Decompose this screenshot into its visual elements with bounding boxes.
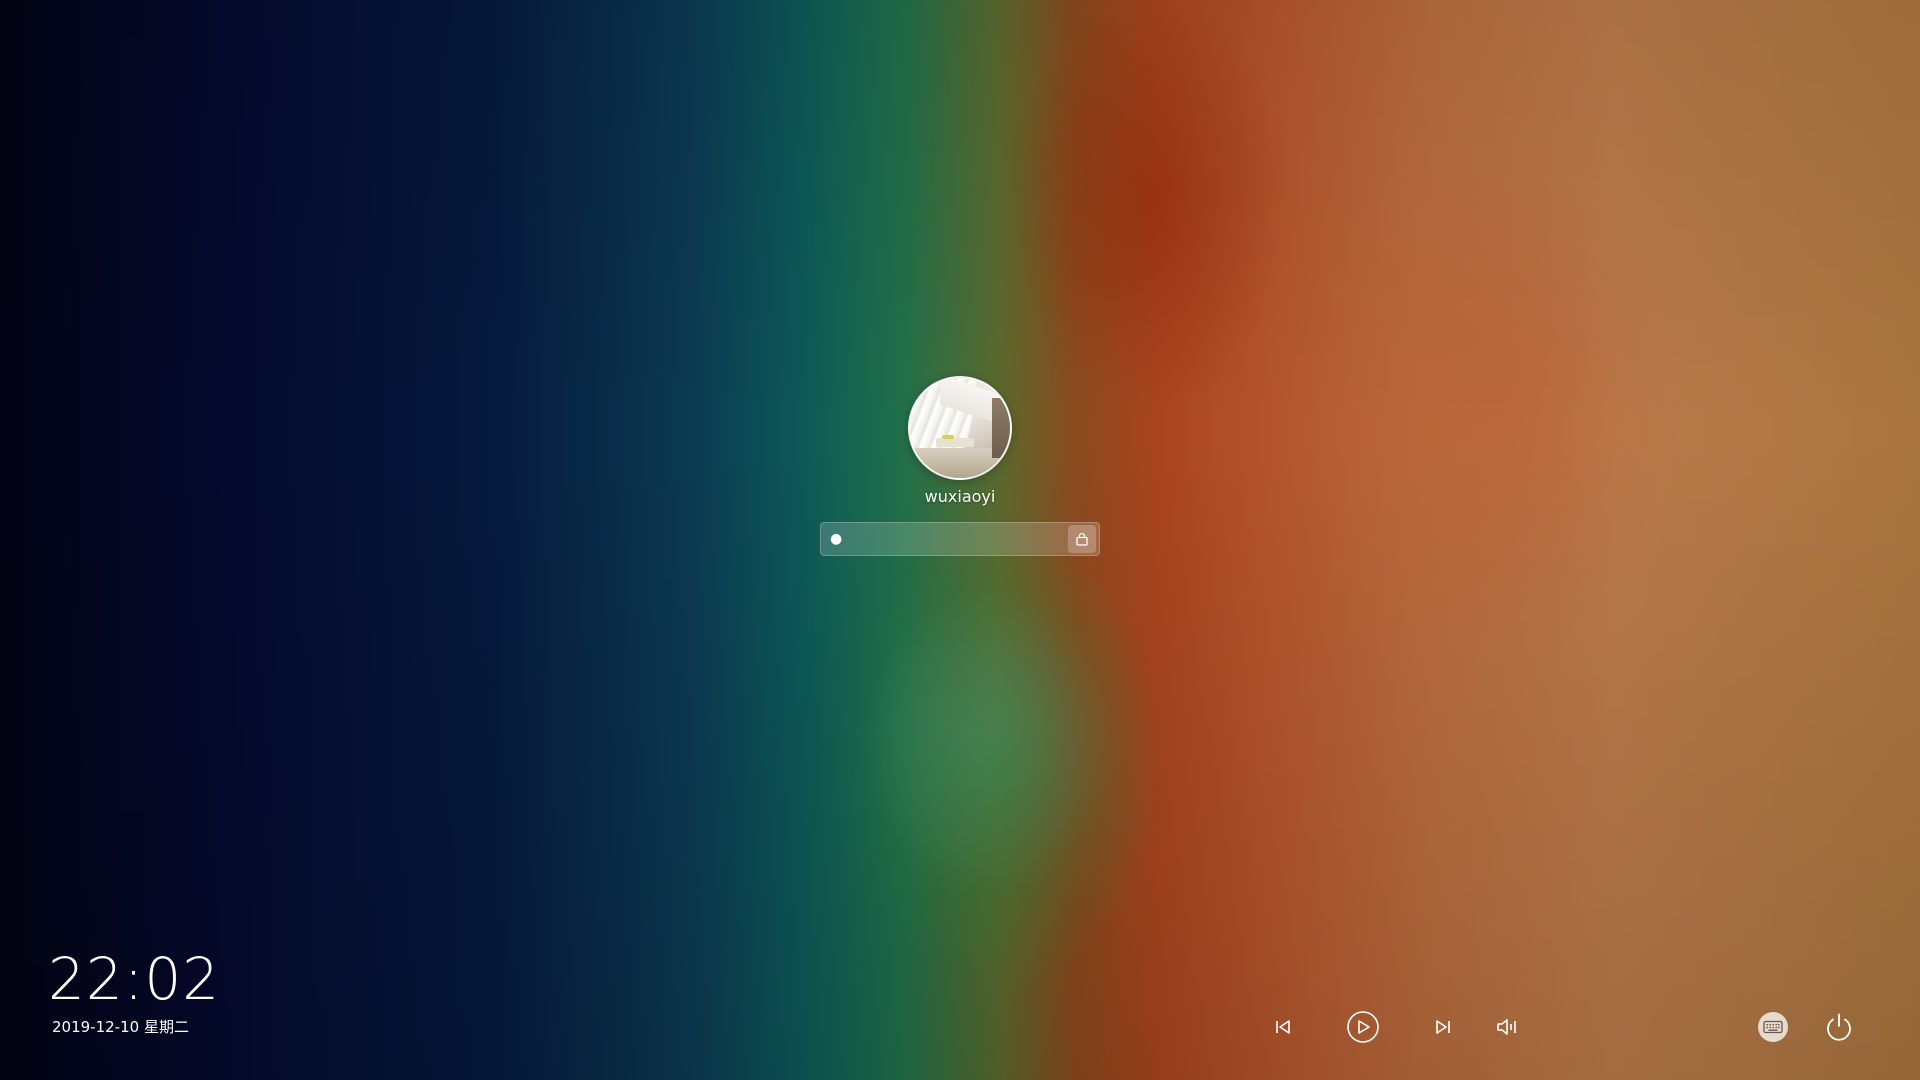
user-avatar[interactable] [908,376,1012,480]
avatar-photo-bed [936,435,974,447]
password-mask: ● [830,531,845,547]
power-button[interactable] [1819,1007,1859,1047]
play-button[interactable] [1343,1007,1383,1047]
user-card: wuxiaoyi [810,376,1110,507]
password-field[interactable]: ● [820,522,1100,556]
keyboard-button-background [1758,1012,1788,1042]
next-track-button[interactable] [1423,1007,1463,1047]
volume-button[interactable] [1487,1007,1527,1047]
previous-track-button[interactable] [1263,1007,1303,1047]
skip-next-icon [1436,1020,1450,1034]
lock-screen: wuxiaoyi ● 22:02 2019-12-10 星期二 [0,0,1920,1080]
volume-icon [1497,1019,1516,1035]
clock-time: 22:02 [48,945,221,1013]
skip-previous-icon [1276,1020,1290,1034]
keyboard-icon [1763,1020,1783,1034]
clock-date: 2019-12-10 星期二 [52,1018,189,1036]
username-label: wuxiaoyi [924,487,996,506]
power-icon [1827,1013,1851,1041]
unlock-button[interactable] [1068,525,1096,553]
avatar-photo-right-wall [992,398,1010,458]
clock: 22:02 2019-12-10 星期二 [48,948,220,1036]
keyboard-layout-button[interactable] [1753,1007,1793,1047]
play-icon [1347,1011,1379,1043]
lock-icon [1076,532,1088,546]
